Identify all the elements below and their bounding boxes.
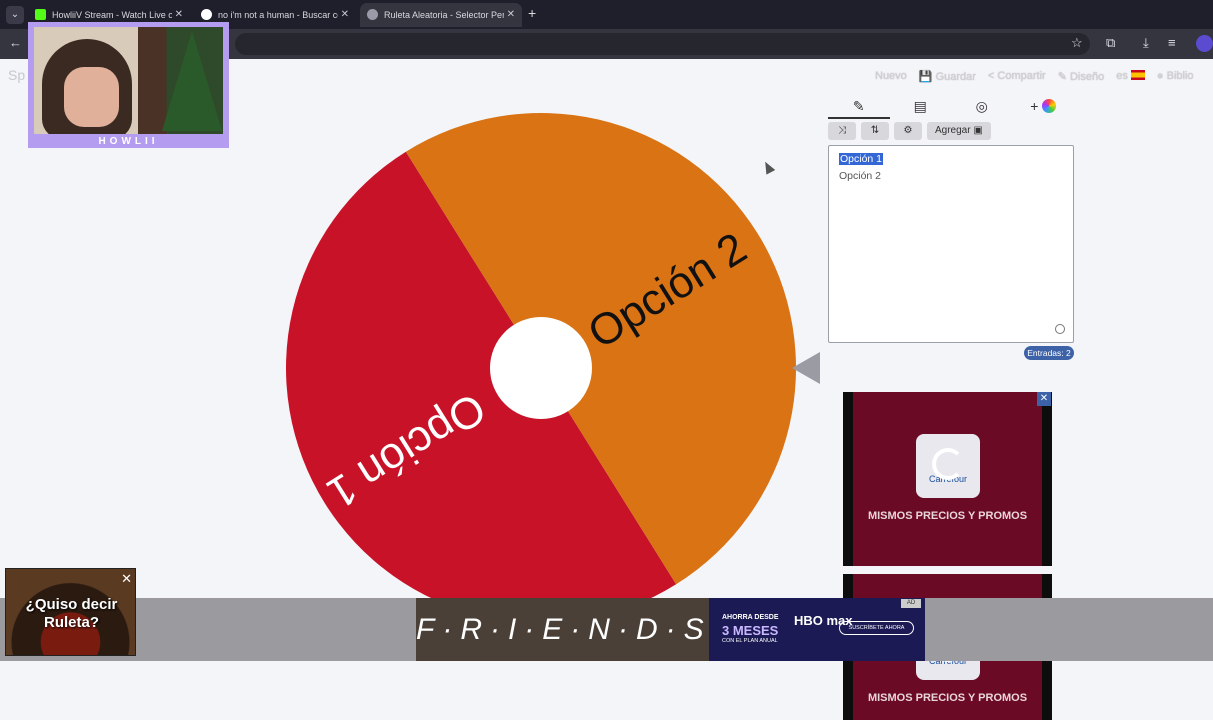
hbo-line3: CON EL PLAN ANUAL <box>722 638 778 644</box>
eye-slash-icon[interactable]: ◎ <box>951 95 1013 119</box>
ad-border <box>843 392 853 566</box>
ad-choices-tag[interactable]: AD <box>901 599 921 608</box>
profile-avatar[interactable] <box>1196 35 1213 52</box>
kick-icon <box>35 9 46 20</box>
emoji-icon[interactable] <box>1055 324 1065 334</box>
new-tab-button[interactable]: + <box>528 5 536 21</box>
entry-text: Opción 2 <box>839 170 882 182</box>
editor-buttons: ⤨ ⇅ ⚙ Agregar ▣ <box>828 122 991 140</box>
add-color-tab[interactable]: + <box>1013 95 1075 119</box>
tab-title: no i'm not a human - Buscar co <box>218 10 338 20</box>
settings-button[interactable]: ⚙ <box>894 122 922 140</box>
ad-text: MISMOS PRECIOS Y PROMOS <box>867 510 1028 522</box>
entry-item[interactable]: Opción 1 <box>839 151 1063 168</box>
webcam-feed <box>34 27 223 134</box>
ad-text: MISMOS PRECIOS Y PROMOS <box>867 692 1028 704</box>
roulette-promo-ad[interactable]: ¿Quiso decir Ruleta? ✕ <box>5 568 136 656</box>
clipboard-icon[interactable]: ▤ <box>890 95 952 119</box>
google-icon <box>201 9 212 20</box>
promo-close-button[interactable]: ✕ <box>121 571 132 587</box>
entries-count-badge: Entradas: 2 <box>1024 346 1074 360</box>
media-control-icon[interactable]: ≡ <box>1168 35 1176 50</box>
christmas-tree-image <box>162 31 222 131</box>
back-button[interactable]: ← <box>9 35 22 50</box>
streamer-face <box>64 67 119 127</box>
entry-text: Opción 1 <box>839 153 884 165</box>
ad-border <box>1042 392 1052 566</box>
subscribe-button[interactable]: SUSCRÍBETE AHORA <box>839 621 914 635</box>
sort-button[interactable]: ⇅ <box>861 122 889 140</box>
download-icon[interactable]: ⤓ <box>1143 35 1149 51</box>
editor-tabs: ✎ ▤ ◎ + <box>828 95 1074 119</box>
carrefour-logo: Carrefour <box>916 434 980 498</box>
webcam-overlay: HOWLII <box>28 22 229 148</box>
shuffle-button[interactable]: ⤨ <box>828 122 856 140</box>
tab-ruleta[interactable]: Ruleta Aleatoria - Selector Pers ✕ <box>360 3 522 27</box>
ad-close-button[interactable]: ✕ <box>1037 392 1051 406</box>
close-tab-icon[interactable]: ✕ <box>341 3 349 27</box>
promo-text: ¿Quiso decir Ruleta? <box>25 596 118 631</box>
hbo-line2: 3 MESES <box>722 623 779 638</box>
hbo-max-ad[interactable]: AHORRA DESDE 3 MESES CON EL PLAN ANUAL H… <box>709 598 925 661</box>
entry-item[interactable]: Opción 2 <box>839 168 1063 185</box>
add-image-button[interactable]: Agregar ▣ <box>927 122 991 140</box>
ad-carrefour-1[interactable]: Carrefour MISMOS PRECIOS Y PROMOS <box>843 392 1052 566</box>
wheel-center-hub[interactable] <box>490 317 592 419</box>
pencil-icon[interactable]: ✎ <box>828 95 890 119</box>
address-bar[interactable] <box>235 33 1090 55</box>
wheel-favicon-icon <box>367 9 378 20</box>
streamer-name: HOWLII <box>98 136 159 147</box>
hbo-line1: AHORRA DESDE <box>722 614 779 621</box>
replay-icon[interactable] <box>932 448 964 480</box>
entries-textarea[interactable]: Opción 1 Opción 2 <box>828 145 1074 343</box>
palette-icon <box>1042 99 1057 113</box>
plus-label: + <box>1030 98 1039 114</box>
wheel-pointer <box>792 352 820 384</box>
extensions-icon[interactable]: ⧉ <box>1106 35 1115 51</box>
friends-ad[interactable]: F·R·I·E·N·D·S <box>416 598 709 661</box>
bookmark-star-icon[interactable]: ☆ <box>1071 35 1083 51</box>
tab-title: Ruleta Aleatoria - Selector Pers <box>384 10 504 20</box>
tab-search-button[interactable]: ⌄ <box>6 6 24 24</box>
close-tab-icon[interactable]: ✕ <box>507 3 515 27</box>
